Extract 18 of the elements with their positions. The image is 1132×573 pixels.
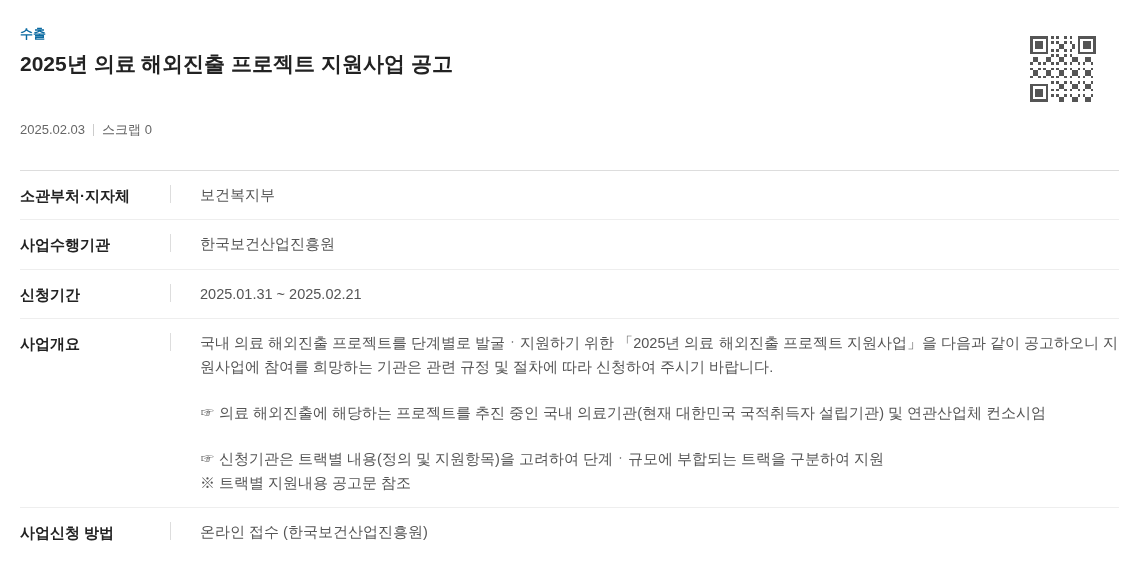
qr-code-icon (1030, 36, 1096, 102)
field-value: ☞ 의료 해외진출에 해당하는 프로젝트를 추진 중인 국내 의료기관(현재 대한민국 국적취득자 설립기관) 및 연관산업체 컨소시엄 (200, 404, 1048, 423)
field-label: 소관부처·지자체 (20, 185, 130, 206)
field-value: ※ 트랙별 지원내용 공고문 참조 (200, 474, 413, 493)
field-value: 국내 의료 해외진출 프로젝트를 단계별로 발굴ㆍ지원하기 위한 「2025년 의료 해외진출 프로젝트 지원사업」을 다음과 같이 공고하오니 지원사업에 참여를 희망하는 기관은 관련 규정 및 절차에 따라 신청하여 주시기 바랍니다. (200, 334, 1119, 377)
scrap-count: 스크랩 0 (102, 121, 152, 139)
field-value: ☞ 신청기관은 트랙별 내용(정의 및 지원항목)을 고려하여 단계ㆍ규모에 부합되는 트랙을 구분하여 지원 (200, 450, 885, 469)
post-date: 2025.02.03 (20, 121, 86, 139)
field-value: 2025.01.31 ~ 2025.02.21 (200, 284, 362, 304)
field-label: 사업수행기관 (20, 235, 110, 255)
field-value: 한국보건산업진흥원 (200, 235, 335, 254)
field-value: 보건복지부 (200, 185, 275, 205)
category-label: 수출 (20, 25, 47, 43)
field-value: 온라인 접수 (한국보건산업진흥원) (200, 523, 428, 542)
field-label: 신청기간 (20, 284, 80, 305)
field-label: 사업신청 방법 (20, 523, 115, 543)
notice-title: 2025년 의료 해외진출 프로젝트 지원사업 공고 (20, 50, 453, 77)
field-label: 사업개요 (20, 334, 80, 354)
